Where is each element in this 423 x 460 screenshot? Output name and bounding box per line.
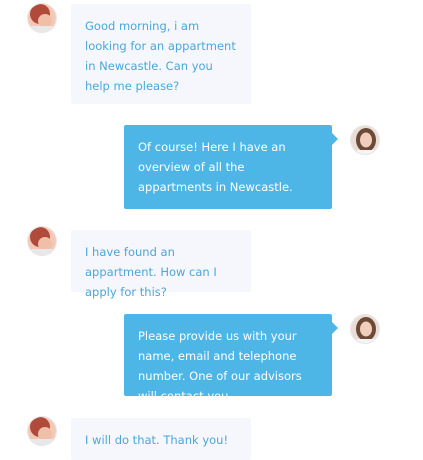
agent-message-bubble: Please provide us with your name, email … bbox=[124, 314, 338, 403]
message-text: I have found an appartment. How can I ap… bbox=[85, 245, 217, 299]
agent-message-bubble: Of course! Here I have an overview of al… bbox=[124, 125, 338, 209]
agent-avatar bbox=[350, 125, 380, 155]
user-avatar bbox=[27, 3, 57, 33]
message-text: I will do that. Thank you! bbox=[85, 433, 229, 447]
message-text: Please provide us with your name, email … bbox=[138, 329, 302, 403]
user-message-bubble: Good morning, i am looking for an appart… bbox=[71, 4, 251, 104]
message-text: Of course! Here I have an overview of al… bbox=[138, 140, 293, 194]
chat-thread: Good morning, i am looking for an appart… bbox=[0, 0, 423, 460]
agent-avatar bbox=[350, 314, 380, 344]
user-avatar bbox=[27, 226, 57, 256]
user-message-bubble: I will do that. Thank you! bbox=[71, 418, 251, 460]
user-avatar bbox=[27, 416, 57, 446]
message-text: Good morning, i am looking for an appart… bbox=[85, 19, 236, 93]
user-message-bubble: I have found an appartment. How can I ap… bbox=[71, 230, 251, 299]
